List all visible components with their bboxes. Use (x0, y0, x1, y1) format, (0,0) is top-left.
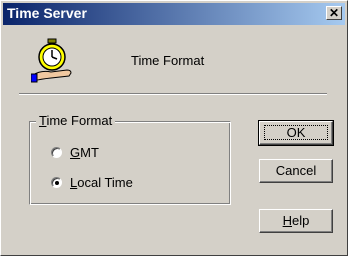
radio-local-time[interactable]: Local Time (51, 173, 133, 191)
help-button-label: Help (282, 213, 310, 228)
title-bar[interactable]: Time Server ✕ (3, 3, 345, 25)
dialog-window: Time Server ✕ Time Format Time Format GM… (0, 0, 348, 256)
groupbox-legend: Time Format (36, 113, 116, 128)
ok-button[interactable]: OK (258, 120, 334, 146)
radio-local-time-circle[interactable] (51, 176, 62, 188)
radio-local-time-label: Local Time (70, 174, 133, 190)
help-button[interactable]: Help (259, 209, 333, 233)
focus-rect (264, 125, 328, 140)
header-title: Time Format (131, 53, 205, 68)
radio-gmt-circle[interactable] (51, 146, 62, 158)
window-title: Time Server (7, 5, 87, 21)
close-button[interactable]: ✕ (326, 6, 342, 20)
radio-gmt-label: GMT (70, 144, 99, 160)
stopwatch-on-hand-icon (31, 38, 72, 83)
cancel-button-label: Cancel (275, 163, 317, 178)
cancel-button[interactable]: Cancel (259, 159, 333, 183)
close-icon: ✕ (328, 6, 340, 20)
radio-gmt[interactable]: GMT (51, 143, 99, 161)
separator-highlight (19, 94, 327, 95)
time-format-groupbox (29, 121, 231, 205)
